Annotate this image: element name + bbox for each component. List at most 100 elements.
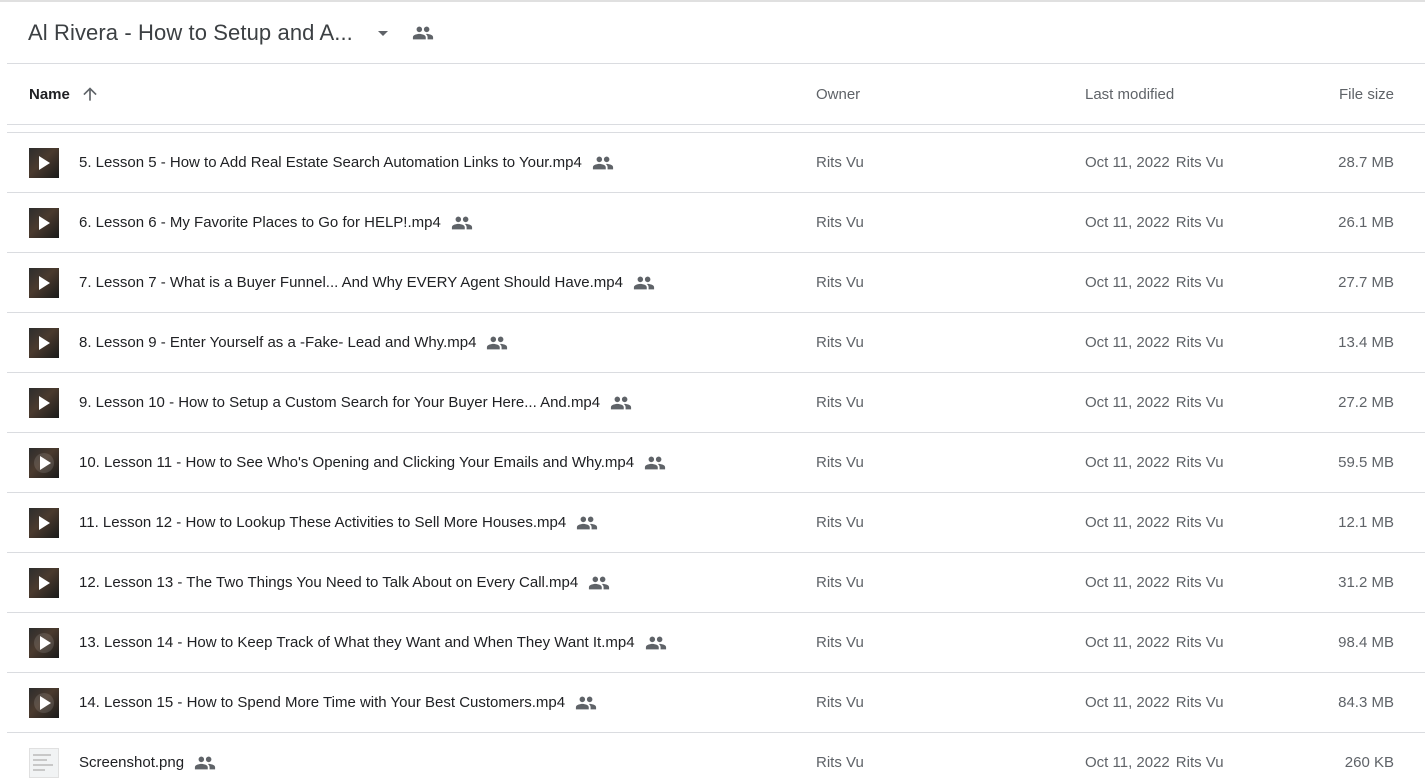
shared-people-icon [451, 212, 473, 234]
shared-people-icon [576, 512, 598, 534]
modified-date: Oct 11, 2022 [1085, 514, 1170, 531]
file-name-label: 11. Lesson 12 - How to Lookup These Acti… [79, 514, 567, 531]
file-size: 26.1 MB [1338, 214, 1394, 231]
modified-by: Rits Vu [1175, 574, 1224, 591]
modified-date: Oct 11, 2022 [1085, 694, 1170, 711]
file-size: 28.7 MB [1338, 154, 1394, 171]
file-last-modified: Oct 11, 2022 Rits Vu [1085, 493, 1224, 552]
file-last-modified: Oct 11, 2022 Rits Vu [1085, 193, 1224, 252]
shared-people-icon [610, 392, 632, 414]
file-size: 27.2 MB [1338, 394, 1394, 411]
modified-date: Oct 11, 2022 [1085, 394, 1170, 411]
column-size-header[interactable]: File size [1339, 64, 1394, 124]
modified-date: Oct 11, 2022 [1085, 754, 1170, 771]
file-row[interactable]: 11. Lesson 12 - How to Lookup These Acti… [7, 493, 1425, 553]
file-size: 12.1 MB [1338, 514, 1394, 531]
video-thumbnail-icon [29, 508, 59, 538]
shared-people-icon [645, 632, 667, 654]
modified-date: Oct 11, 2022 [1085, 334, 1170, 351]
video-thumbnail-icon [29, 208, 59, 238]
play-icon [39, 336, 50, 350]
folder-header: Al Rivera - How to Setup and A... [7, 2, 1425, 64]
file-name[interactable]: 10. Lesson 11 - How to See Who's Opening… [79, 433, 666, 492]
modified-by: Rits Vu [1175, 214, 1224, 231]
file-owner: Rits Vu [816, 454, 864, 471]
file-row[interactable]: 14. Lesson 15 - How to Spend More Time w… [7, 673, 1425, 733]
file-row[interactable]: 6. Lesson 6 - My Favorite Places to Go f… [7, 193, 1425, 253]
file-row[interactable]: 10. Lesson 11 - How to See Who's Opening… [7, 433, 1425, 493]
file-last-modified: Oct 11, 2022 Rits Vu [1085, 133, 1224, 192]
play-icon [39, 396, 50, 410]
file-row[interactable]: 12. Lesson 13 - The Two Things You Need … [7, 553, 1425, 613]
play-icon [39, 156, 50, 170]
caret-down-icon[interactable] [371, 21, 395, 45]
modified-by: Rits Vu [1175, 394, 1224, 411]
file-row[interactable]: 5. Lesson 5 - How to Add Real Estate Sea… [7, 133, 1425, 193]
modified-date: Oct 11, 2022 [1085, 574, 1170, 591]
file-name[interactable]: Screenshot.png [79, 733, 216, 783]
file-last-modified: Oct 11, 2022 Rits Vu [1085, 373, 1224, 432]
modified-by: Rits Vu [1175, 634, 1224, 651]
file-owner: Rits Vu [816, 694, 864, 711]
video-thumbnail-icon [29, 568, 59, 598]
modified-date: Oct 11, 2022 [1085, 274, 1170, 291]
column-headers: Name Owner Last modified File size [7, 64, 1425, 125]
file-name[interactable]: 13. Lesson 14 - How to Keep Track of Wha… [79, 613, 667, 672]
modified-by: Rits Vu [1175, 334, 1224, 351]
file-owner: Rits Vu [816, 574, 864, 591]
modified-date: Oct 11, 2022 [1085, 154, 1170, 171]
modified-by: Rits Vu [1175, 754, 1224, 771]
file-name[interactable]: 12. Lesson 13 - The Two Things You Need … [79, 553, 610, 612]
file-name-label: 6. Lesson 6 - My Favorite Places to Go f… [79, 214, 441, 231]
modified-by: Rits Vu [1175, 274, 1224, 291]
file-list: 5. Lesson 5 - How to Add Real Estate Sea… [7, 132, 1425, 783]
folder-title[interactable]: Al Rivera - How to Setup and A... [28, 20, 353, 46]
play-icon [40, 456, 51, 470]
file-last-modified: Oct 11, 2022 Rits Vu [1085, 733, 1224, 783]
file-name-label: 12. Lesson 13 - The Two Things You Need … [79, 574, 579, 591]
file-name[interactable]: 9. Lesson 10 - How to Setup a Custom Sea… [79, 373, 632, 432]
file-last-modified: Oct 11, 2022 Rits Vu [1085, 553, 1224, 612]
arrow-up-icon[interactable] [80, 84, 100, 104]
file-owner: Rits Vu [816, 154, 864, 171]
column-name-label: Name [29, 85, 70, 103]
file-name[interactable]: 14. Lesson 15 - How to Spend More Time w… [79, 673, 597, 732]
file-name-label: 8. Lesson 9 - Enter Yourself as a -Fake-… [79, 334, 477, 351]
file-name[interactable]: 11. Lesson 12 - How to Lookup These Acti… [79, 493, 598, 552]
file-owner: Rits Vu [816, 214, 864, 231]
file-last-modified: Oct 11, 2022 Rits Vu [1085, 433, 1224, 492]
column-modified-header[interactable]: Last modified [1085, 64, 1174, 124]
file-row[interactable]: 8. Lesson 9 - Enter Yourself as a -Fake-… [7, 313, 1425, 373]
people-icon[interactable] [411, 21, 435, 45]
column-owner-header[interactable]: Owner [816, 64, 860, 124]
video-thumbnail-icon [29, 148, 59, 178]
shared-people-icon [644, 452, 666, 474]
file-name-label: 13. Lesson 14 - How to Keep Track of Wha… [79, 634, 635, 651]
file-row[interactable]: 7. Lesson 7 - What is a Buyer Funnel... … [7, 253, 1425, 313]
file-name[interactable]: 7. Lesson 7 - What is a Buyer Funnel... … [79, 253, 655, 312]
shared-people-icon [633, 272, 655, 294]
file-name-label: 14. Lesson 15 - How to Spend More Time w… [79, 694, 566, 711]
file-row[interactable]: 9. Lesson 10 - How to Setup a Custom Sea… [7, 373, 1425, 433]
file-name-label: Screenshot.png [79, 754, 185, 771]
file-owner: Rits Vu [816, 634, 864, 651]
shared-people-icon [592, 152, 614, 174]
play-icon [39, 576, 50, 590]
file-name[interactable]: 5. Lesson 5 - How to Add Real Estate Sea… [79, 133, 614, 192]
file-last-modified: Oct 11, 2022 Rits Vu [1085, 673, 1224, 732]
play-icon [40, 696, 51, 710]
file-name-label: 7. Lesson 7 - What is a Buyer Funnel... … [79, 274, 623, 291]
video-thumbnail-icon [29, 448, 59, 478]
file-name-label: 10. Lesson 11 - How to See Who's Opening… [79, 454, 635, 471]
file-last-modified: Oct 11, 2022 Rits Vu [1085, 613, 1224, 672]
file-size: 59.5 MB [1338, 454, 1394, 471]
file-row[interactable]: 13. Lesson 14 - How to Keep Track of Wha… [7, 613, 1425, 673]
file-name[interactable]: 6. Lesson 6 - My Favorite Places to Go f… [79, 193, 473, 252]
shared-people-icon [575, 692, 597, 714]
file-last-modified: Oct 11, 2022 Rits Vu [1085, 253, 1224, 312]
file-owner: Rits Vu [816, 394, 864, 411]
column-name-header[interactable]: Name [29, 64, 100, 124]
shared-people-icon [588, 572, 610, 594]
file-name[interactable]: 8. Lesson 9 - Enter Yourself as a -Fake-… [79, 313, 508, 372]
file-row[interactable]: Screenshot.png Rits Vu Oct 11, 2022 Rits Vu… [7, 733, 1425, 783]
